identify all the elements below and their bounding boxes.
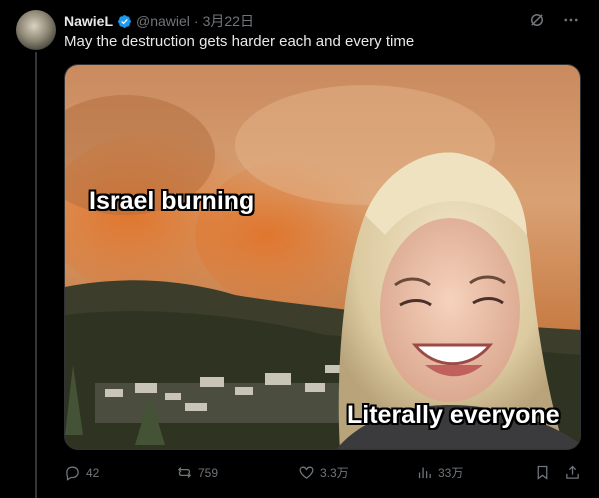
reply-button[interactable]: 42 xyxy=(64,464,99,481)
caption-bottom: Literally everyone xyxy=(347,401,560,429)
more-icon[interactable] xyxy=(561,10,581,30)
action-bar: 42 759 3.3万 33万 xyxy=(64,464,584,484)
repost-icon xyxy=(177,467,192,478)
reply-icon xyxy=(66,466,79,481)
top-icons xyxy=(527,10,581,30)
reply-count: 42 xyxy=(86,465,100,480)
like-button[interactable]: 3.3万 xyxy=(298,464,349,481)
tweet-text: May the destruction gets harder each and… xyxy=(64,33,415,50)
like-count: 3.3万 xyxy=(320,466,349,480)
share-button[interactable] xyxy=(564,464,581,481)
views-icon xyxy=(418,467,431,479)
views-count: 33万 xyxy=(438,466,464,480)
heart-icon xyxy=(299,466,314,479)
tweet-header: NawieL @nawiel · 3月22日 xyxy=(64,12,254,30)
share-icon xyxy=(566,465,579,479)
tweet-media[interactable]: Israel burning Literally everyone xyxy=(64,64,581,450)
author-handle[interactable]: @nawiel xyxy=(136,13,190,29)
author-name[interactable]: NawieL xyxy=(64,13,113,29)
thread-line xyxy=(35,52,37,498)
separator-dot: · xyxy=(193,13,199,29)
views-button[interactable]: 33万 xyxy=(416,464,463,481)
bookmark-button[interactable] xyxy=(534,464,551,481)
tweet-date[interactable]: 3月22日 xyxy=(203,11,254,31)
bookmark-icon xyxy=(537,465,548,480)
repost-button[interactable]: 759 xyxy=(176,464,218,481)
grok-icon[interactable] xyxy=(527,10,547,30)
repost-count: 759 xyxy=(198,465,219,480)
verified-badge-icon xyxy=(118,14,131,28)
meme-image xyxy=(65,65,580,449)
avatar[interactable] xyxy=(16,10,56,50)
caption-top: Israel burning xyxy=(89,187,255,215)
